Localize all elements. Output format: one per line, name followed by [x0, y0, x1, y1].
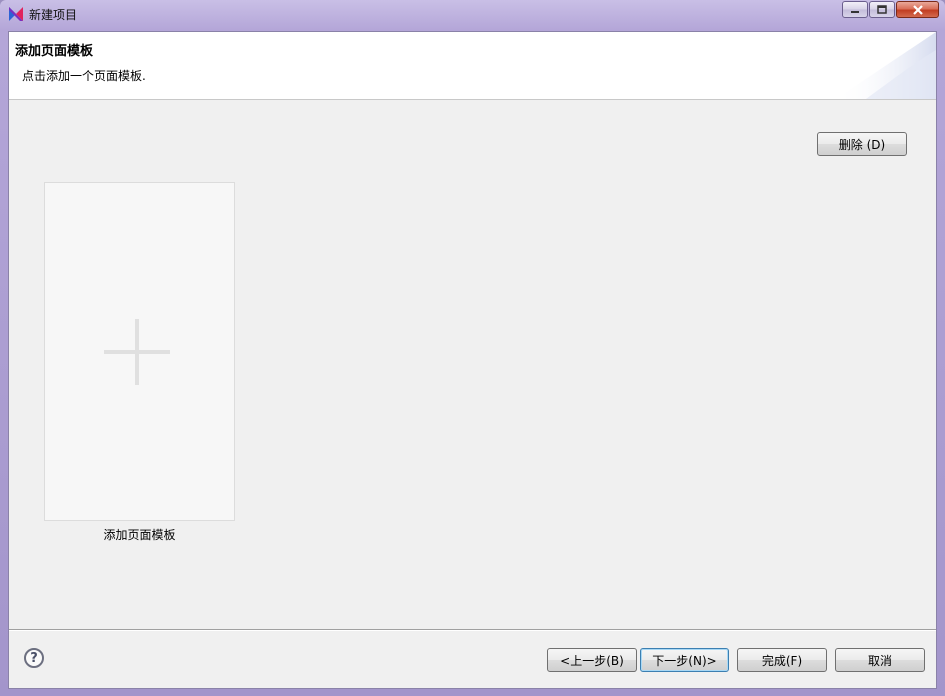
minimize-icon — [851, 10, 859, 13]
minimize-button[interactable] — [842, 1, 868, 18]
back-button[interactable]: <上一步(B) — [547, 648, 637, 672]
maximize-button[interactable] — [869, 1, 895, 18]
add-template-label: 添加页面模板 — [103, 528, 176, 542]
title-bar[interactable]: 新建项目 — [0, 0, 945, 28]
help-icon[interactable]: ? — [24, 648, 44, 668]
maximize-icon — [877, 5, 887, 14]
finish-button[interactable]: 完成(F) — [737, 648, 827, 672]
wizard-header-banner: 添加页面模板 点击添加一个页面模板. — [9, 32, 936, 100]
add-template-card[interactable] — [44, 182, 235, 521]
app-logo-icon — [9, 7, 23, 21]
close-icon — [912, 4, 923, 15]
footer-separator — [9, 629, 936, 631]
delete-button[interactable]: 删除 (D) — [817, 132, 907, 156]
page-title: 添加页面模板 — [15, 44, 94, 59]
close-button[interactable] — [896, 1, 939, 18]
dialog-window: 新建项目 添加页面模板 点击添加一个页面模板. 删除 (D) 添加页面模板 ? … — [0, 0, 945, 696]
page-description: 点击添加一个页面模板. — [22, 69, 146, 83]
dialog-client-area: 添加页面模板 点击添加一个页面模板. 删除 (D) 添加页面模板 ? <上一步(… — [8, 31, 937, 689]
plus-icon — [104, 319, 170, 385]
banner-decoration — [836, 32, 936, 99]
cancel-button[interactable]: 取消 — [835, 648, 925, 672]
next-button[interactable]: 下一步(N)> — [640, 648, 729, 672]
window-title: 新建项目 — [29, 8, 78, 22]
window-controls — [841, 1, 939, 18]
